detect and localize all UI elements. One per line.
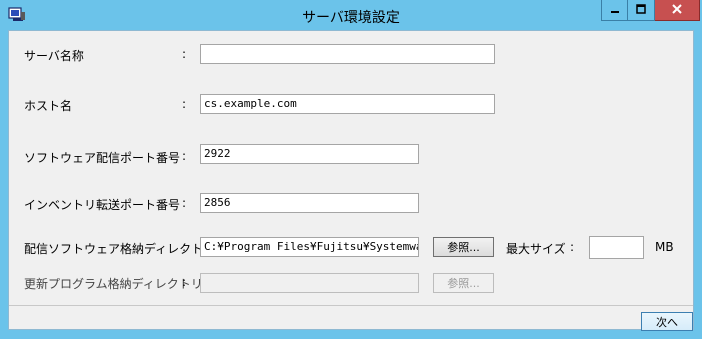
- window-title: サーバ環境設定: [302, 10, 400, 26]
- max-size-unit: MB: [655, 240, 674, 254]
- form-panel: サーバ名称 : ホスト名 : cs.example.com ソフトウェア配信ポー…: [8, 30, 694, 331]
- inventory-port-label: インベントリ転送ポート番号: [24, 198, 181, 212]
- update-prog-dir-input[interactable]: [200, 273, 419, 293]
- update-prog-dir-label: 更新プログラム格納ディレクトリ: [24, 277, 203, 291]
- maximize-button[interactable]: [628, 0, 655, 21]
- sw-dist-port-colon: :: [182, 149, 187, 163]
- max-size-input[interactable]: [589, 236, 644, 259]
- max-size-label: 最大サイズ: [506, 242, 566, 256]
- settings-window: サーバ環境設定 サーバ名称 : ホスト名 : cs.example.com ソフ…: [0, 0, 702, 339]
- inventory-port-input[interactable]: 2856: [200, 193, 419, 213]
- title-bar[interactable]: サーバ環境設定: [0, 0, 702, 30]
- maximize-icon: [636, 3, 646, 17]
- dist-sw-dir-label: 配信ソフトウェア格納ディレクトリ: [24, 242, 216, 256]
- dist-sw-dir-browse-button[interactable]: 参照...: [433, 237, 494, 257]
- close-icon: [671, 3, 683, 18]
- host-name-label: ホスト名: [24, 99, 73, 113]
- host-name-colon: :: [182, 97, 187, 111]
- footer-divider: [9, 305, 693, 306]
- update-prog-dir-browse-button[interactable]: 参照...: [433, 273, 494, 293]
- server-name-colon: :: [182, 47, 187, 61]
- inventory-port-colon: :: [182, 196, 187, 210]
- server-name-input[interactable]: [200, 44, 495, 64]
- next-button[interactable]: 次へ: [641, 312, 693, 331]
- close-button[interactable]: [655, 0, 700, 21]
- host-name-input[interactable]: cs.example.com: [200, 94, 495, 114]
- sw-dist-port-input[interactable]: 2922: [200, 144, 419, 164]
- server-name-label: サーバ名称: [24, 49, 84, 63]
- dist-sw-dir-colon: :: [182, 240, 187, 254]
- dist-sw-dir-input[interactable]: C:¥Program Files¥Fujitsu¥Systemwalke: [200, 237, 419, 257]
- sw-dist-port-label: ソフトウェア配信ポート番号: [24, 151, 181, 165]
- update-prog-dir-colon: :: [182, 275, 187, 289]
- minimize-button[interactable]: [601, 0, 628, 21]
- max-size-colon: :: [570, 240, 575, 254]
- minimize-icon: [610, 3, 620, 17]
